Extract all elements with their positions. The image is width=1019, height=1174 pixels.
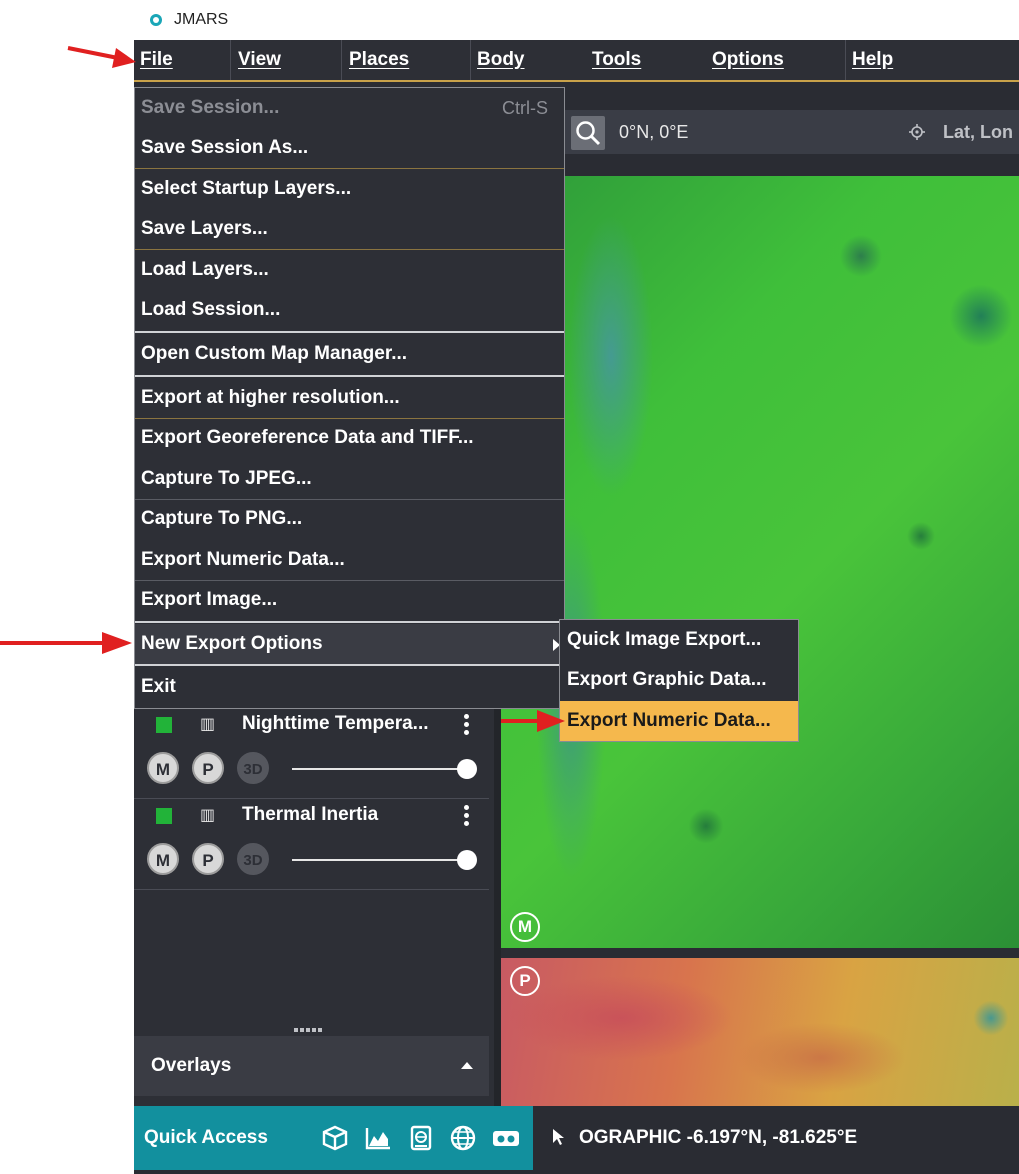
layer-name[interactable]: Thermal Inertia [242,804,378,826]
cursor-pointer-icon [552,1128,566,1151]
menu-item-shortcut: Ctrl-S [502,98,548,118]
menu-separator [845,40,846,80]
overlays-title: Overlays [151,1055,232,1076]
title-bar: JMARS [134,0,1019,40]
doc-globe-icon[interactable] [406,1124,436,1152]
menu-separator [135,331,564,333]
layer-visibility-checkbox[interactable] [156,717,172,733]
main-view-toggle-button[interactable]: M [147,843,179,875]
menu-item-label: Save Session... [141,97,280,118]
menu-body[interactable]: Body [477,40,525,80]
panner-view-toggle-button[interactable]: P [192,752,224,784]
annotation-arrow-icon [67,46,136,68]
window-title: JMARS [174,11,229,28]
menu-item-select-startup-layers[interactable]: Select Startup Layers... [135,169,564,209]
panel-resize-handle[interactable] [294,1028,328,1032]
globe-icon[interactable] [448,1124,478,1152]
file-menu-dropdown: Save Session... Ctrl-S Save Session As..… [134,87,565,709]
panel-splitter[interactable] [494,708,501,1106]
map-icon: ▥ [200,716,216,733]
menu-view[interactable]: View [238,40,281,80]
menu-separator [341,40,342,80]
menu-separator [135,664,564,666]
panner-map-view[interactable] [501,958,1019,1106]
3d-view-toggle-button[interactable]: 3D [237,843,269,875]
menu-item-export-numeric-data[interactable]: Export Numeric Data... [135,540,564,580]
menu-item-quick-image-export[interactable]: Quick Image Export... [560,620,798,660]
menu-separator [135,621,564,623]
annotation-arrow-icon [0,632,132,654]
menu-item-export-graphic-data[interactable]: Export Graphic Data... [560,660,798,700]
quick-access-label: Quick Access [144,1127,268,1148]
chart-icon[interactable] [363,1124,393,1152]
cursor-coordinate-readout: OGRAPHIC -6.197°N, -81.625°E [579,1127,858,1148]
menu-item-capture-png[interactable]: Capture To PNG... [135,499,564,539]
menu-item-save-session-as[interactable]: Save Session As... [135,128,564,168]
more-options-icon[interactable] [464,714,470,738]
menu-tools[interactable]: Tools [592,40,641,80]
menu-item-capture-jpeg[interactable]: Capture To JPEG... [135,459,564,499]
layer-name[interactable]: Nighttime Tempera... [242,713,429,735]
annotation-arrow-icon [501,710,565,732]
menu-item-export-higher-resolution[interactable]: Export at higher resolution... [135,378,564,418]
menu-item-load-session[interactable]: Load Session... [135,290,564,330]
layer-visibility-checkbox[interactable] [156,808,172,824]
menu-item-save-layers[interactable]: Save Layers... [135,209,564,249]
menu-item-open-custom-map-manager[interactable]: Open Custom Map Manager... [135,334,564,374]
main-map-view[interactable] [501,176,1019,948]
main-view-marker: M [510,912,540,942]
menu-options[interactable]: Options [712,40,784,80]
panner-view-marker: P [510,966,540,996]
menu-item-save-session[interactable]: Save Session... Ctrl-S [135,88,564,128]
quick-access-bar: Quick Access [134,1106,533,1170]
menu-item-label: New Export Options [141,633,323,654]
menu-separator [470,40,471,80]
panner-view-toggle-button[interactable]: P [192,843,224,875]
vr-headset-icon[interactable] [491,1124,521,1152]
menu-file[interactable]: File [140,40,173,80]
menu-item-new-export-options[interactable]: New Export Options [135,624,564,664]
overlays-section-header[interactable]: Overlays [134,1036,489,1096]
chevron-up-icon[interactable] [461,1062,473,1069]
opacity-slider-handle[interactable] [457,759,477,779]
cube-icon[interactable] [320,1124,350,1152]
location-search-bar: 0°N, 0°E Lat, Lon [565,110,1019,154]
menu-places[interactable]: Places [349,40,409,80]
menu-item-export-georeference-tiff[interactable]: Export Georeference Data and TIFF... [135,418,564,458]
new-export-options-submenu: Quick Image Export... Export Graphic Dat… [559,619,799,742]
menu-separator [230,40,231,80]
menu-separator [135,375,564,377]
menu-item-export-image[interactable]: Export Image... [135,580,564,620]
search-icon[interactable] [571,116,605,150]
layer-row[interactable]: ▥ Nighttime Tempera... M P 3D [134,708,489,799]
more-options-icon[interactable] [464,805,470,829]
menu-bar: File View Places Body Tools Options Help [134,40,1019,82]
search-input[interactable]: 0°N, 0°E [619,110,688,154]
opacity-slider-handle[interactable] [457,850,477,870]
menu-help[interactable]: Help [852,40,893,80]
app-logo-icon [150,14,162,26]
3d-view-toggle-button[interactable]: 3D [237,752,269,784]
opacity-slider[interactable] [292,859,467,861]
layer-row[interactable]: ▥ Thermal Inertia M P 3D [134,799,489,890]
menu-item-load-layers[interactable]: Load Layers... [135,250,564,290]
coordinate-mode-label[interactable]: Lat, Lon [943,110,1013,154]
menu-item-export-numeric-data-highlighted[interactable]: Export Numeric Data... [560,701,798,741]
map-icon: ▥ [200,807,216,824]
menu-item-exit[interactable]: Exit [135,667,564,707]
crosshair-icon[interactable] [909,124,925,140]
main-view-toggle-button[interactable]: M [147,752,179,784]
opacity-slider[interactable] [292,768,467,770]
